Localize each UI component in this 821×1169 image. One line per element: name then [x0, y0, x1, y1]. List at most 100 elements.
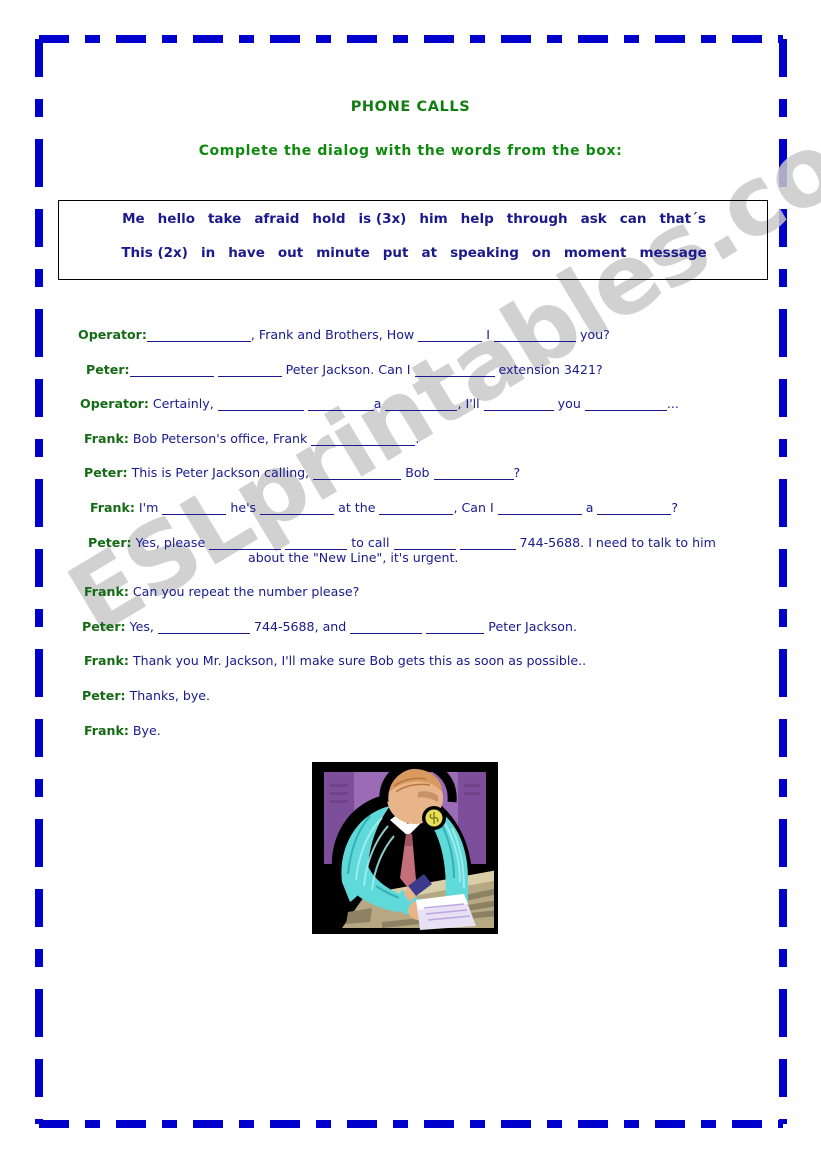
dialog-continuation-6: about the "New Line", it's urgent. — [248, 549, 459, 565]
dialog-text-8-0: Yes, — [125, 618, 158, 634]
dialog-text-5-6: , Can I — [453, 499, 498, 515]
dialog-line-3: Frank: Bob Peterson's office, Frank . — [0, 431, 821, 446]
answer-blank-0-4[interactable] — [493, 330, 576, 342]
dialog-text-2-10: ... — [666, 396, 679, 412]
dialog-text-4-4: ? — [513, 465, 521, 481]
dialog-text-6-4: to call — [347, 534, 394, 550]
dialog-text-1-5: extension 3421? — [494, 361, 603, 377]
word-bank-word-1: hello — [157, 211, 195, 227]
word-bank-word-7: speaking — [450, 245, 519, 261]
word-bank-word-5: put — [382, 245, 409, 261]
dialog-line-1: Peter: Peter Jackson. Can I extension 34… — [0, 362, 821, 377]
answer-blank-2-7[interactable] — [483, 399, 554, 412]
word-bank-word-3: afraid — [254, 211, 300, 227]
dialog-lines: Operator: , Frank and Brothers, How I you… — [0, 327, 821, 757]
dialog-speaker-11: Frank: — [84, 722, 129, 738]
dialog-text-3-0: Bob Peterson's office, Frank — [128, 430, 312, 446]
dialog-text-2-8: you — [553, 396, 585, 412]
word-bank-word-4: hold — [312, 211, 346, 227]
word-bank-word-2: have — [228, 245, 265, 261]
dialog-text-11-0: Bye. — [128, 722, 161, 738]
dialog-text-5-2: he's — [226, 499, 261, 515]
dialog-line-5: Frank: I'm he's at the , Can I a ? — [0, 500, 821, 515]
dialog-text-9-0: Thank you Mr. Jackson, I'll make sure Bo… — [128, 653, 587, 669]
dialog-speaker-0: Operator: — [78, 327, 147, 342]
dialog-speaker-8: Peter: — [82, 618, 126, 634]
dialog-speaker-6: Peter: — [88, 534, 132, 550]
word-bank-word-0: Me — [122, 211, 145, 227]
answer-blank-5-9[interactable] — [597, 503, 672, 515]
word-bank-word-7: help — [460, 211, 494, 227]
answer-blank-5-3[interactable] — [260, 503, 335, 515]
word-bank-word-0: This (2x) — [121, 245, 188, 261]
dialog-line-4: Peter: This is Peter Jackson calling, Bo… — [0, 465, 821, 481]
dialog-text-8-6: Peter Jackson. — [484, 618, 577, 634]
word-bank-word-9: ask — [580, 211, 607, 227]
answer-blank-5-1[interactable] — [162, 503, 227, 515]
answer-blank-1-0[interactable] — [129, 365, 214, 377]
answer-blank-2-3[interactable] — [307, 399, 374, 412]
word-bank-word-2: take — [207, 211, 242, 227]
dialog-line-11: Frank: Bye. — [0, 723, 821, 738]
word-bank-word-8: on — [531, 245, 551, 261]
answer-blank-0-2[interactable] — [418, 330, 483, 342]
word-bank-row-2: This (2x) in have out minute put at speaking on m… — [59, 245, 769, 261]
dialog-text-5-10: ? — [671, 499, 679, 515]
answer-blank-6-3[interactable] — [285, 538, 348, 550]
answer-blank-1-4[interactable] — [414, 365, 495, 377]
word-bank-word-3: out — [277, 245, 304, 261]
word-bank-word-5: is (3x) — [358, 211, 407, 227]
answer-blank-6-7[interactable] — [459, 538, 516, 550]
answer-blank-8-5[interactable] — [426, 622, 485, 634]
dialog-speaker-4: Peter: — [84, 465, 128, 481]
dialog-line-8: Peter: Yes, 744-5688, and Peter Jackson. — [0, 619, 821, 634]
dialog-text-0-1: , Frank and Brothers, How — [250, 327, 419, 342]
dialog-text-10-0: Thanks, bye. — [125, 687, 211, 703]
dialog-speaker-10: Peter: — [82, 687, 126, 703]
instruction-text: Complete the dialog with the words from … — [198, 143, 623, 159]
dialog-text-4-0: This is Peter Jackson calling, — [127, 465, 314, 481]
dialog-line-6: Peter: Yes, please to call 744-5688. I n… — [0, 535, 821, 565]
dialog-text-5-4: at the — [334, 499, 380, 515]
clipart-person-on-phone — [312, 762, 498, 934]
answer-blank-8-3[interactable] — [350, 622, 423, 634]
answer-blank-5-7[interactable] — [497, 503, 582, 515]
dialog-text-6-8: 744-5688. I need to talk to him — [515, 534, 716, 550]
answer-blank-3-1[interactable] — [311, 434, 416, 446]
dialog-text-2-4: a — [373, 396, 386, 412]
answer-blank-4-1[interactable] — [313, 468, 402, 481]
answer-blank-0-0[interactable] — [146, 330, 251, 342]
dialog-line-0: Operator: , Frank and Brothers, How I you… — [0, 327, 821, 342]
dialog-text-3-2: . — [415, 430, 420, 446]
dialog-text-0-5: you? — [575, 327, 610, 342]
dialog-line-2: Operator: Certainly, a , I'll you ... — [0, 396, 821, 412]
dialog-line-9: Frank: Thank you Mr. Jackson, I'll make … — [0, 653, 821, 668]
answer-blank-2-1[interactable] — [217, 399, 304, 412]
word-bank-word-6: at — [421, 245, 438, 261]
page-title: PHONE CALLS — [350, 99, 471, 115]
answer-blank-2-9[interactable] — [584, 399, 667, 412]
word-bank-row-1: Me hello take afraid hold is (3x) him help throu… — [59, 211, 769, 227]
dialog-line-7: Frank: Can you repeat the number please? — [0, 584, 821, 599]
answer-blank-6-1[interactable] — [209, 538, 282, 550]
dialog-text-2-0: Certainly, — [148, 396, 218, 412]
answer-blank-6-5[interactable] — [393, 538, 456, 550]
answer-blank-5-5[interactable] — [379, 503, 454, 515]
dialog-speaker-1: Peter: — [86, 361, 130, 377]
answer-blank-4-3[interactable] — [433, 468, 514, 481]
dialog-speaker-9: Frank: — [84, 653, 129, 669]
dialog-speaker-3: Frank: — [84, 430, 129, 446]
answer-blank-8-1[interactable] — [157, 622, 250, 634]
dialog-text-5-0: I'm — [134, 499, 163, 515]
dialog-line-10: Peter: Thanks, bye. — [0, 688, 821, 703]
dialog-text-7-0: Can you repeat the number please? — [128, 584, 360, 600]
dialog-text-2-6: , I'll — [457, 396, 484, 412]
dialog-text-6-0: Yes, please — [131, 534, 210, 550]
answer-blank-2-5[interactable] — [385, 399, 458, 412]
word-bank-word-4: minute — [316, 245, 370, 261]
word-bank-word-9: moment — [563, 245, 627, 261]
dialog-text-8-2: 744-5688, and — [249, 618, 351, 634]
word-bank-word-1: in — [200, 245, 216, 261]
word-bank-box: Me hello take afraid hold is (3x) him help throu… — [58, 200, 768, 280]
answer-blank-1-2[interactable] — [217, 365, 282, 377]
